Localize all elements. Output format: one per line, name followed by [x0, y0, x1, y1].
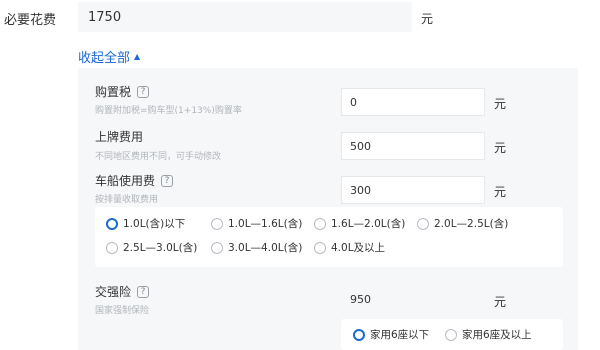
purchase-tax-title: 购置税: [95, 85, 132, 99]
purchase-tax-subtitle: 购置附加税=购车型(1+13%)购置率: [95, 106, 242, 116]
radio-icon: [314, 217, 326, 230]
purchase-tax-input[interactable]: 0: [341, 88, 485, 116]
registration-fee-input[interactable]: 500: [341, 132, 485, 160]
radio-icon: [314, 241, 326, 254]
compulsory-insurance-subtitle: 国家强制保险: [95, 306, 150, 316]
vehicle-tax-unit: 元: [494, 185, 507, 199]
registration-fee-unit: 元: [494, 141, 507, 155]
seat-option[interactable]: 家用6座以下: [353, 327, 429, 342]
vehicle-tax-title: 车船使用费: [95, 174, 156, 188]
chevron-up-icon: ▲: [134, 52, 141, 61]
radio-selected-icon: [106, 217, 118, 230]
radio-icon: [417, 217, 429, 230]
vehicle-tax-subtitle: 按排量收取费用: [95, 195, 159, 205]
purchase-tax-unit: 元: [494, 97, 507, 111]
help-icon[interactable]: ?: [137, 85, 150, 98]
registration-fee-title-row: 上牌费用: [95, 128, 143, 145]
registration-fee-title: 上牌费用: [95, 130, 144, 144]
seat-option[interactable]: 家用6座及以上: [445, 327, 532, 342]
radio-icon: [211, 241, 223, 254]
compulsory-insurance-field[interactable]: 950: [341, 285, 485, 313]
help-icon[interactable]: ?: [161, 174, 174, 187]
displacement-option[interactable]: 2.0L—2.5L(含): [417, 216, 508, 231]
displacement-option[interactable]: 1.0L(含)以下: [106, 216, 185, 231]
registration-fee-subtitle: 不同地区费用不同，可手动修改: [95, 152, 222, 162]
help-icon[interactable]: ?: [137, 285, 150, 298]
required-cost-unit: 元: [421, 12, 434, 26]
displacement-option[interactable]: 2.5L—3.0L(含): [106, 240, 197, 255]
collapse-all-toggle[interactable]: 收起全部 ▲: [78, 47, 140, 66]
collapse-all-label: 收起全部: [78, 51, 131, 66]
compulsory-insurance-unit: 元: [494, 295, 507, 309]
purchase-tax-title-row: 购置税 ?: [95, 83, 150, 100]
radio-icon: [106, 241, 118, 254]
required-cost-label: 必要花费: [4, 13, 57, 28]
radio-selected-icon: [353, 328, 365, 341]
radio-icon: [445, 328, 457, 341]
vehicle-tax-value: 300: [350, 183, 371, 197]
vehicle-tax-title-row: 车船使用费 ?: [95, 172, 174, 189]
vehicle-tax-input[interactable]: 300: [341, 176, 485, 204]
radio-icon: [211, 217, 223, 230]
displacement-option[interactable]: 4.0L及以上: [314, 240, 385, 255]
displacement-option[interactable]: 1.6L—2.0L(含): [314, 216, 405, 231]
purchase-tax-value: 0: [350, 95, 357, 109]
required-cost-field[interactable]: 1750: [78, 2, 412, 32]
required-cost-value: 1750: [88, 9, 122, 25]
compulsory-insurance-title-row: 交强险 ?: [95, 283, 150, 300]
displacement-option[interactable]: 1.0L—1.6L(含): [211, 216, 302, 231]
displacement-option[interactable]: 3.0L—4.0L(含): [211, 240, 302, 255]
registration-fee-value: 500: [350, 139, 371, 153]
compulsory-insurance-title: 交强险: [95, 285, 132, 299]
compulsory-insurance-value: 950: [350, 292, 371, 306]
